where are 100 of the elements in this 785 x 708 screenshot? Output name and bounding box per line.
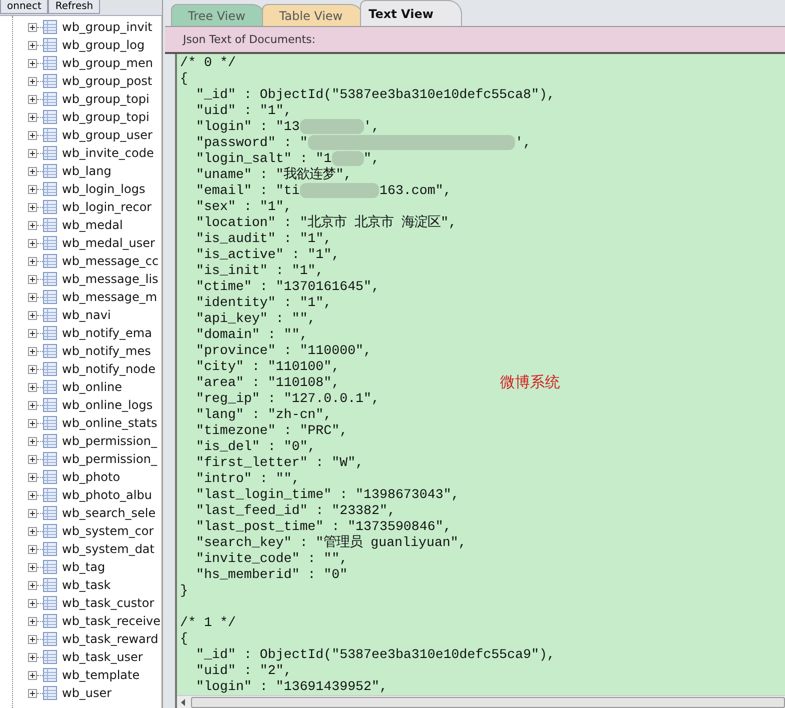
tree-item[interactable]: wb_group_post — [62, 74, 152, 88]
code-line: "uid" : "1", — [194, 103, 292, 119]
expand-icon[interactable] — [28, 220, 37, 230]
expand-icon[interactable] — [28, 58, 37, 68]
tree-item[interactable]: wb_login_recor — [62, 200, 152, 214]
scroll-left-icon[interactable] — [181, 698, 185, 706]
expand-icon[interactable] — [28, 598, 37, 608]
tree-item[interactable]: wb_task_reward — [62, 632, 158, 646]
tree-item[interactable]: wb_medal — [62, 218, 123, 232]
tree-item[interactable]: wb_online_logs — [62, 398, 153, 412]
tree-item[interactable]: wb_message_m — [62, 290, 158, 304]
expand-icon[interactable] — [28, 346, 37, 356]
table-icon — [43, 38, 57, 52]
tree-item[interactable]: wb_task_receive — [62, 614, 161, 628]
tree-item[interactable]: wb_task — [62, 578, 111, 592]
expand-icon[interactable] — [28, 166, 37, 176]
tree-item[interactable]: wb_photo_albu — [62, 488, 152, 502]
expand-icon[interactable] — [28, 76, 37, 86]
code-line: "login" : "13 — [194, 119, 300, 135]
tree-item[interactable]: wb_lang — [62, 164, 112, 178]
expand-icon[interactable] — [28, 472, 37, 482]
code-line: "lang" : "zh-cn", — [194, 407, 332, 423]
tree-item[interactable]: wb_group_invit — [62, 20, 152, 34]
expand-icon[interactable] — [28, 418, 37, 428]
code-line: "invite_code" : "", — [194, 551, 348, 567]
tree-item[interactable]: wb_notify_node — [62, 362, 156, 376]
expand-icon[interactable] — [28, 400, 37, 410]
table-icon — [43, 578, 57, 592]
tree-item[interactable]: wb_online_stats — [62, 416, 158, 430]
expand-icon[interactable] — [28, 634, 37, 644]
tree-item[interactable]: wb_group_men — [62, 56, 153, 70]
code-line: "password" : " — [194, 135, 308, 151]
expand-icon[interactable] — [28, 562, 37, 572]
tree-item[interactable]: wb_invite_code — [62, 146, 154, 160]
expand-icon[interactable] — [28, 148, 37, 158]
tree-item[interactable]: wb_task_custor — [62, 596, 154, 610]
tree-item[interactable]: wb_permission_ — [62, 452, 157, 466]
expand-icon[interactable] — [28, 544, 37, 554]
toolbar-button[interactable]: Refresh — [48, 0, 100, 14]
tree-item[interactable]: wb_group_topi — [62, 110, 150, 124]
tree-item[interactable]: wb_group_topi — [62, 92, 150, 106]
table-icon — [43, 452, 57, 466]
table-icon — [43, 146, 57, 160]
expand-icon[interactable] — [28, 184, 37, 194]
code-line: "last_post_time" : "1373590846", — [194, 519, 452, 535]
tree-item[interactable]: wb_tag — [62, 560, 106, 574]
expand-icon[interactable] — [28, 670, 37, 680]
table-icon — [43, 596, 57, 610]
tree-item[interactable]: wb_search_sele — [62, 506, 156, 520]
table-icon — [43, 326, 57, 340]
json-text-area[interactable] — [175, 54, 785, 708]
expand-icon[interactable] — [28, 382, 37, 392]
expand-icon[interactable] — [28, 580, 37, 590]
tree-item[interactable]: wb_group_user — [62, 128, 152, 142]
expand-icon[interactable] — [28, 130, 37, 140]
expand-icon[interactable] — [28, 688, 37, 698]
code-line: "api_key" : "", — [194, 311, 316, 327]
tree-item[interactable]: wb_notify_mes — [62, 344, 151, 358]
code-line: "timezone" : "PRC", — [194, 423, 348, 439]
tree-item[interactable]: wb_medal_user — [62, 236, 155, 250]
tree-item[interactable]: wb_notify_ema — [62, 326, 152, 340]
expand-icon[interactable] — [28, 436, 37, 446]
expand-icon[interactable] — [28, 202, 37, 212]
expand-icon[interactable] — [28, 256, 37, 266]
tree-item[interactable]: wb_navi — [62, 308, 111, 322]
expand-icon[interactable] — [28, 328, 37, 338]
tree-item[interactable]: wb_message_cc — [62, 254, 159, 268]
tree-item[interactable]: wb_task_user — [62, 650, 143, 664]
tree-item[interactable]: wb_template — [62, 668, 140, 682]
expand-icon[interactable] — [28, 40, 37, 50]
tree-item[interactable]: wb_permission_ — [62, 434, 157, 448]
expand-icon[interactable] — [28, 454, 37, 464]
toolbar-button[interactable]: onnect — [0, 0, 48, 14]
expand-icon[interactable] — [28, 274, 37, 284]
tree-item[interactable]: wb_user — [62, 686, 112, 700]
tree-item[interactable]: wb_system_cor — [62, 524, 154, 538]
tree-item[interactable]: wb_photo — [62, 470, 120, 484]
table-icon — [43, 470, 57, 484]
expand-icon[interactable] — [28, 238, 37, 248]
table-icon — [43, 380, 57, 394]
expand-icon[interactable] — [28, 22, 37, 32]
expand-icon[interactable] — [28, 292, 37, 302]
expand-icon[interactable] — [28, 652, 37, 662]
tree-item[interactable]: wb_group_log — [62, 38, 145, 52]
expand-icon[interactable] — [28, 112, 37, 122]
expand-icon[interactable] — [28, 616, 37, 626]
tree-item[interactable]: wb_system_dat — [62, 542, 154, 556]
expand-icon[interactable] — [28, 490, 37, 500]
scrollbar-thumb[interactable] — [191, 696, 785, 708]
tree-item[interactable]: wb_login_logs — [62, 182, 146, 196]
expand-icon[interactable] — [28, 508, 37, 518]
tree-item[interactable]: wb_message_lis — [62, 272, 158, 286]
table-icon — [43, 344, 57, 358]
tab[interactable]: Text View — [360, 0, 462, 26]
expand-icon[interactable] — [28, 310, 37, 320]
expand-icon[interactable] — [28, 94, 37, 104]
table-icon — [43, 236, 57, 250]
expand-icon[interactable] — [28, 364, 37, 374]
expand-icon[interactable] — [28, 526, 37, 536]
tree-item[interactable]: wb_online — [62, 380, 122, 394]
